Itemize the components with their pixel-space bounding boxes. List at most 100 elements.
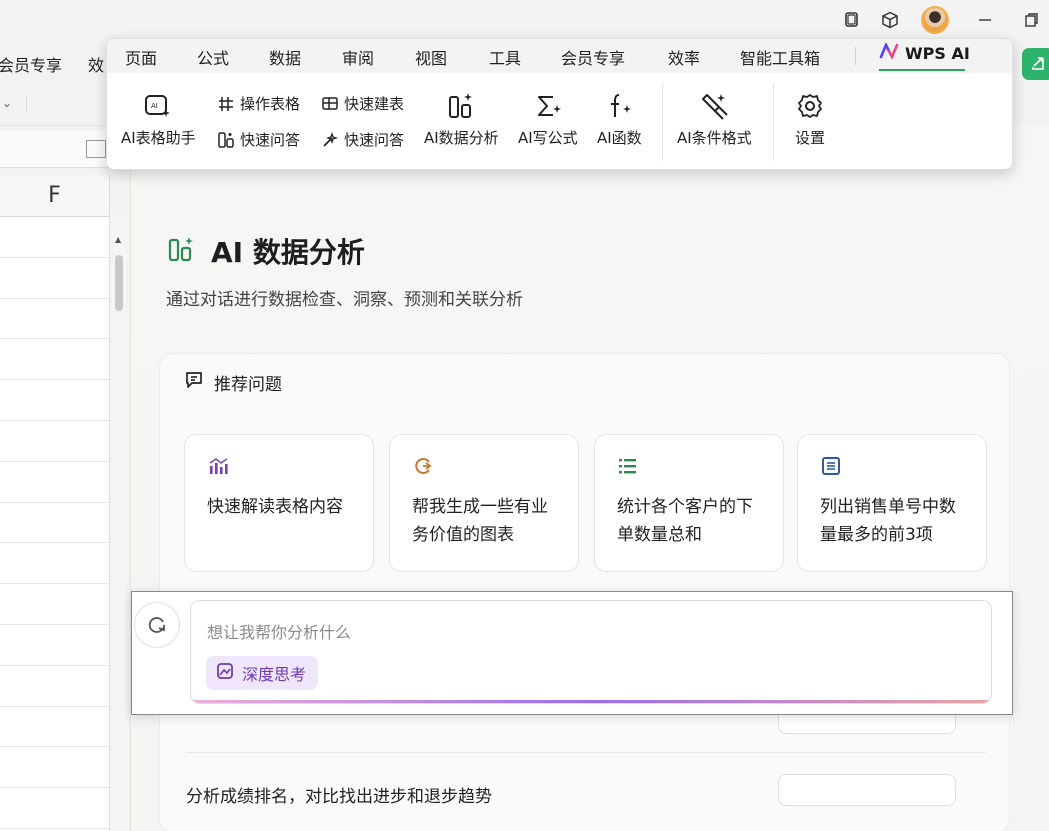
tab-review[interactable]: 审阅 [342, 45, 374, 69]
chat-input-box[interactable]: 想让我帮你分析什么 深度思考 [190, 600, 992, 704]
ribbon-tab-bar: 页面 公式 数据 审阅 视图 工具 会员专享 效率 智能工具箱 WPS AI [107, 39, 1012, 73]
grid-row[interactable] [0, 503, 109, 544]
grid-row[interactable] [0, 543, 109, 585]
user-avatar[interactable] [921, 6, 949, 34]
quick-build-table-button[interactable]: 快速建表 [321, 93, 404, 114]
grid-row[interactable] [0, 707, 109, 748]
ai-data-analysis-button[interactable]: AI数据分析 [424, 85, 499, 148]
list-divider [186, 752, 986, 753]
spreadsheet-grid[interactable]: F [0, 175, 110, 831]
table-build-icon [322, 96, 338, 110]
ribbon-divider [662, 83, 663, 161]
minimize-icon[interactable] [975, 10, 995, 30]
list-icon [617, 455, 761, 483]
ai-table-assistant-button[interactable]: AI AI表格助手 [121, 85, 196, 148]
suggestion-item[interactable]: 分析成绩排名，对比找出进步和退步趋势 [186, 782, 492, 807]
chat-input-area: 想让我帮你分析什么 深度思考 [131, 591, 1013, 715]
gear-icon [795, 85, 825, 121]
ribbon-divider [773, 83, 774, 161]
tab-divider [855, 47, 856, 65]
recommended-label: 推荐问题 [214, 375, 282, 395]
tab-page[interactable]: 页面 [125, 45, 157, 69]
vertical-scrollbar[interactable]: ▲ [111, 215, 127, 831]
tab-wps-ai[interactable]: WPS AI [879, 41, 970, 71]
quick-qa-label-2: 快速问答 [344, 131, 405, 149]
grid-row[interactable] [0, 462, 109, 503]
tab-smart-toolbox[interactable]: 智能工具箱 [740, 45, 820, 69]
bg-menu-member[interactable]: 会员专享 [0, 52, 62, 76]
active-tab-underline [879, 69, 965, 71]
ai-conditional-format-label: AI条件格式 [677, 129, 752, 147]
grid-row[interactable] [0, 258, 109, 299]
settings-label: 设置 [795, 129, 826, 147]
ai-write-formula-button[interactable]: AI写公式 [518, 85, 578, 148]
question-text: 快速解读表格内容 [207, 497, 343, 517]
question-card-3[interactable]: 统计各个客户的下单数量总和 [594, 434, 784, 572]
list-action-button[interactable] [778, 774, 956, 806]
chart-refresh-icon [412, 455, 556, 483]
wps-ai-logo-icon [879, 41, 899, 63]
tab-formula[interactable]: 公式 [197, 45, 229, 69]
grid-row[interactable] [0, 747, 109, 789]
table-assistant-icon: AI [143, 85, 173, 121]
grid-row[interactable] [0, 299, 109, 340]
question-text: 帮我生成一些有业务价值的图表 [412, 497, 548, 545]
grid-row[interactable] [0, 625, 109, 666]
question-card-1[interactable]: 快速解读表格内容 [184, 434, 374, 572]
wps-ai-label: WPS AI [905, 43, 970, 63]
bg-menu-efficiency[interactable]: 效 [88, 52, 104, 76]
history-button[interactable] [134, 602, 180, 648]
question-text: 列出销售单号中数量最多的前3项 [820, 497, 956, 545]
history-icon [148, 617, 165, 633]
chevron-down-icon[interactable]: ⌄ [2, 96, 12, 110]
scrollbar-thumb[interactable] [115, 255, 123, 311]
column-header-f[interactable]: F [0, 175, 109, 217]
share-icon[interactable] [1022, 48, 1049, 80]
magic-wand-icon [323, 131, 339, 147]
ai-data-analysis-panel: AI 数据分析 通过对话进行数据检查、洞察、预测和关联分析 推荐问题 快速解读表… [130, 125, 1049, 831]
chat-bubble-icon [184, 370, 204, 395]
grid-edit-icon [219, 96, 233, 111]
ai-function-label: AI函数 [597, 129, 642, 147]
chat-input-placeholder[interactable]: 想让我帮你分析什么 [207, 619, 351, 643]
question-card-2[interactable]: 帮我生成一些有业务价值的图表 [389, 434, 579, 572]
ai-data-analysis-label: AI数据分析 [424, 129, 499, 147]
window-copy-icon[interactable] [842, 10, 862, 30]
svg-text:AI: AI [151, 102, 158, 110]
grid-row[interactable] [0, 584, 109, 625]
grid-row[interactable] [0, 788, 109, 829]
settings-button[interactable]: 设置 [795, 85, 825, 148]
grid-row[interactable] [0, 380, 109, 421]
panel-title-row: AI 数据分析 [167, 231, 365, 271]
deep-think-label: 深度思考 [242, 665, 307, 684]
operate-table-button[interactable]: 操作表格 [217, 93, 300, 114]
cube-icon[interactable] [880, 10, 900, 30]
bg-toolbar: ⌄ [0, 84, 110, 126]
data-analysis-icon [446, 85, 476, 121]
tab-tools[interactable]: 工具 [489, 45, 521, 69]
tab-view[interactable]: 视图 [415, 45, 447, 69]
tab-efficiency[interactable]: 效率 [668, 45, 700, 69]
grid-row[interactable] [0, 666, 109, 707]
ai-table-assistant-label: AI表格助手 [121, 129, 196, 147]
panel-subtitle: 通过对话进行数据检查、洞察、预测和关联分析 [166, 290, 523, 310]
toolbar-divider [26, 94, 27, 114]
quick-qa-button-1[interactable]: 快速问答 [217, 129, 300, 150]
grid-row[interactable] [0, 217, 109, 258]
deep-think-button[interactable]: 深度思考 [206, 656, 319, 690]
tab-member[interactable]: 会员专享 [561, 45, 625, 69]
ai-function-button[interactable]: AI函数 [597, 85, 642, 148]
function-icon[interactable] [86, 140, 106, 158]
restore-icon[interactable] [1021, 10, 1041, 30]
scroll-up-icon[interactable]: ▲ [115, 235, 121, 244]
sigma-icon [533, 85, 563, 121]
question-card-4[interactable]: 列出销售单号中数量最多的前3项 [797, 434, 987, 572]
ribbon-dropdown: 页面 公式 数据 审阅 视图 工具 会员专享 效率 智能工具箱 WPS AI A… [106, 38, 1013, 170]
tab-data[interactable]: 数据 [269, 45, 301, 69]
input-glow-line [191, 700, 991, 703]
grid-row[interactable] [0, 339, 109, 381]
quick-qa-button-2[interactable]: 快速问答 [321, 129, 404, 150]
grid-row[interactable] [0, 421, 109, 462]
document-list-icon [820, 455, 964, 483]
ai-conditional-format-button[interactable]: AI条件格式 [677, 85, 752, 148]
